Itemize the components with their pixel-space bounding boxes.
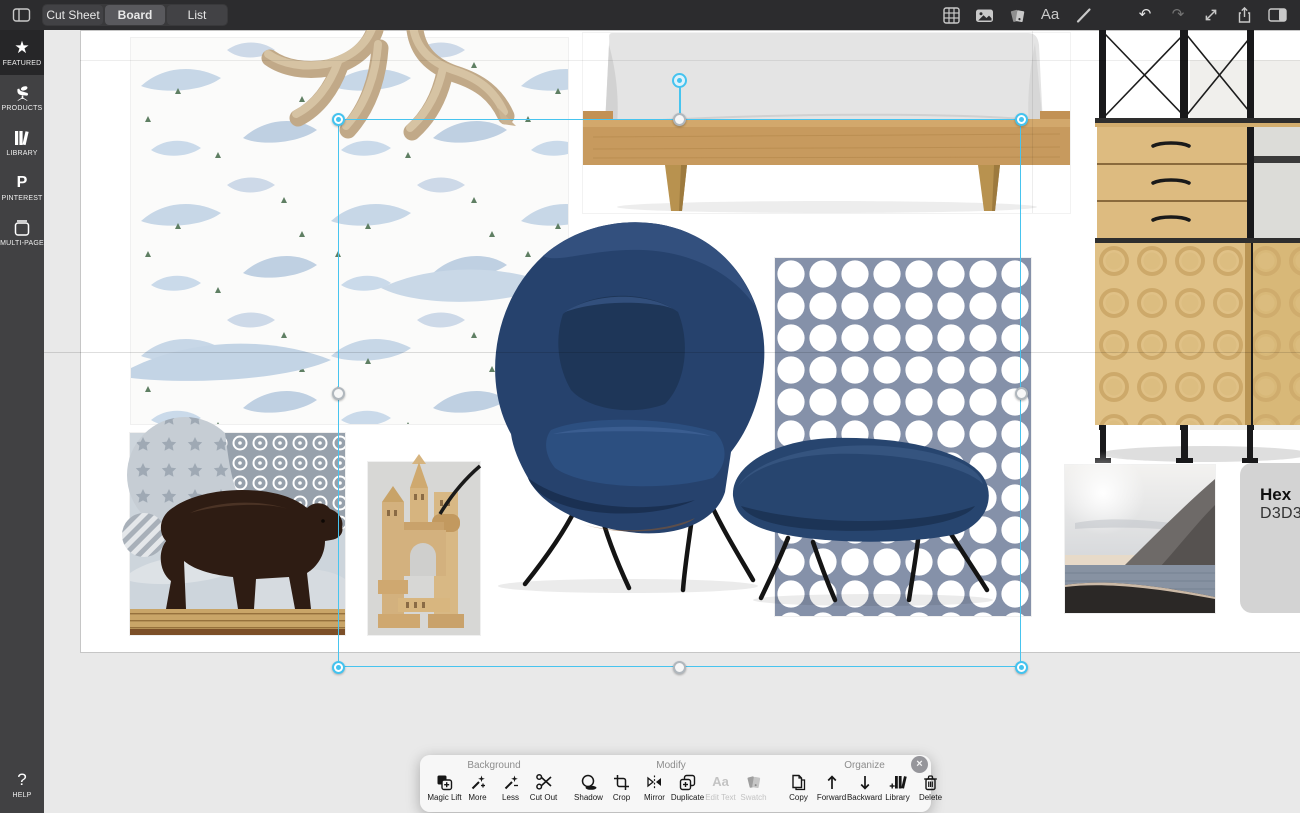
app-window: Cut Sheet Board List Aa ↶ ↷ <box>0 0 1300 813</box>
resize-handle-top-right[interactable] <box>1015 113 1028 126</box>
delete-button[interactable]: Delete <box>914 772 947 802</box>
background-more-button[interactable]: More <box>461 772 494 802</box>
resize-handle-left[interactable] <box>332 387 345 400</box>
mirror-icon <box>646 772 663 792</box>
group-title: Modify <box>572 760 770 771</box>
magic-lift-button[interactable]: Magic Lift <box>428 772 461 802</box>
fullscreen-icon[interactable] <box>1200 4 1222 26</box>
bear-figurine-photo[interactable] <box>130 433 345 635</box>
sidebar-item-products[interactable]: PRODUCTS <box>0 75 44 120</box>
forward-button[interactable]: Forward <box>815 772 848 802</box>
platform-bed-image[interactable] <box>583 33 1070 213</box>
sidebar-item-help[interactable]: ? HELP <box>0 762 44 807</box>
arrow-up-icon <box>824 772 840 792</box>
image-icon[interactable] <box>973 4 995 26</box>
storage-unit-image[interactable] <box>1095 30 1300 465</box>
pinterest-icon: P <box>17 173 28 193</box>
hex-card-title: Hex <box>1260 485 1300 505</box>
resize-handle-bottom-right[interactable] <box>1015 661 1028 674</box>
right-panel-icon[interactable] <box>1266 4 1288 26</box>
sidebar-item-multi-page[interactable]: MULTI-PAGE <box>0 210 44 255</box>
shadow-icon <box>580 772 598 792</box>
mirror-button[interactable]: Mirror <box>638 772 671 802</box>
sidebar-item-label: LIBRARY <box>6 150 37 157</box>
crop-button[interactable]: Crop <box>605 772 638 802</box>
question-mark-icon: ? <box>17 770 26 790</box>
group-title: Background <box>428 760 560 771</box>
wand-minus-icon <box>502 772 519 792</box>
toolbar-group-background: Background Magic Lift More <box>422 755 566 812</box>
topbar: Cut Sheet Board List Aa ↶ ↷ <box>0 0 1300 30</box>
duplicate-button[interactable]: Duplicate <box>671 772 704 802</box>
undo-icon[interactable]: ↶ <box>1134 4 1156 26</box>
sidebar-item-library[interactable]: LIBRARY <box>0 120 44 165</box>
sidebar-toggle-icon[interactable] <box>10 4 32 26</box>
swatch-icon <box>745 772 763 792</box>
background-less-button[interactable]: Less <box>494 772 527 802</box>
antler-image[interactable] <box>240 30 570 140</box>
scissors-icon <box>535 772 553 792</box>
seascape-photo[interactable] <box>1065 465 1215 613</box>
share-icon[interactable] <box>1233 4 1255 26</box>
shadow-button[interactable]: Shadow <box>572 772 605 802</box>
duplicate-icon <box>679 772 696 792</box>
grid-icon[interactable] <box>940 4 962 26</box>
star-icon: ★ <box>14 38 29 58</box>
arrow-down-icon <box>857 772 873 792</box>
tab-board[interactable]: Board <box>105 5 165 25</box>
magic-lift-icon <box>436 772 453 792</box>
sidebar-item-label: HELP <box>12 792 31 799</box>
resize-handle-bottom[interactable] <box>673 661 686 674</box>
toolbar-group-modify: Modify Shadow Crop <box>566 755 776 812</box>
cut-out-button[interactable]: Cut Out <box>527 772 560 802</box>
chair-icon <box>12 83 32 103</box>
hex-swatch-card[interactable]: Hex D3D3D3 <box>1240 463 1300 613</box>
sidebar-item-label: FEATURED <box>3 60 42 67</box>
resize-handle-top-left[interactable] <box>332 113 345 126</box>
add-to-library-button[interactable]: Library <box>881 772 914 802</box>
backward-button[interactable]: Backward <box>848 772 881 802</box>
copy-button[interactable]: Copy <box>782 772 815 802</box>
edit-text-icon: Aa <box>712 772 729 792</box>
draw-tool-icon[interactable] <box>1072 4 1094 26</box>
tab-cut-sheet[interactable]: Cut Sheet <box>43 5 103 25</box>
sidebar-item-pinterest[interactable]: P PINTEREST <box>0 165 44 210</box>
resize-handle-bottom-left[interactable] <box>332 661 345 674</box>
sidebar-item-label: PRODUCTS <box>2 105 43 112</box>
sidebar-item-featured[interactable]: ★ FEATURED <box>0 30 44 75</box>
swatches-icon[interactable] <box>1006 4 1028 26</box>
crop-icon <box>613 772 630 792</box>
rotate-handle[interactable] <box>672 73 687 88</box>
copy-icon <box>790 772 807 792</box>
redo-icon[interactable]: ↷ <box>1167 4 1189 26</box>
swatch-button: Swatch <box>737 772 770 802</box>
wand-plus-icon <box>469 772 486 792</box>
tab-list[interactable]: List <box>167 5 227 25</box>
library-add-icon <box>889 772 907 792</box>
sidebar-item-label: MULTI-PAGE <box>0 240 44 247</box>
close-toolbar-button[interactable]: × <box>911 756 928 773</box>
ottoman-image[interactable] <box>713 388 1005 606</box>
resize-handle-right[interactable] <box>1015 387 1028 400</box>
view-switcher: Cut Sheet Board List <box>42 4 228 26</box>
resize-handle-top[interactable] <box>673 113 686 126</box>
edit-toolbar: Background Magic Lift More <box>420 755 931 812</box>
edit-text-button: Aa Edit Text <box>704 772 737 802</box>
books-icon <box>12 128 32 148</box>
pages-icon <box>12 218 32 238</box>
hex-card-value: D3D3D3 <box>1260 505 1300 523</box>
sidebar-item-label: PINTEREST <box>1 195 42 202</box>
sidebar: ★ FEATURED PRODUCTS LIBRARY P PINTEREST … <box>0 30 44 813</box>
text-tool-icon[interactable]: Aa <box>1039 4 1061 26</box>
trash-icon <box>922 772 939 792</box>
